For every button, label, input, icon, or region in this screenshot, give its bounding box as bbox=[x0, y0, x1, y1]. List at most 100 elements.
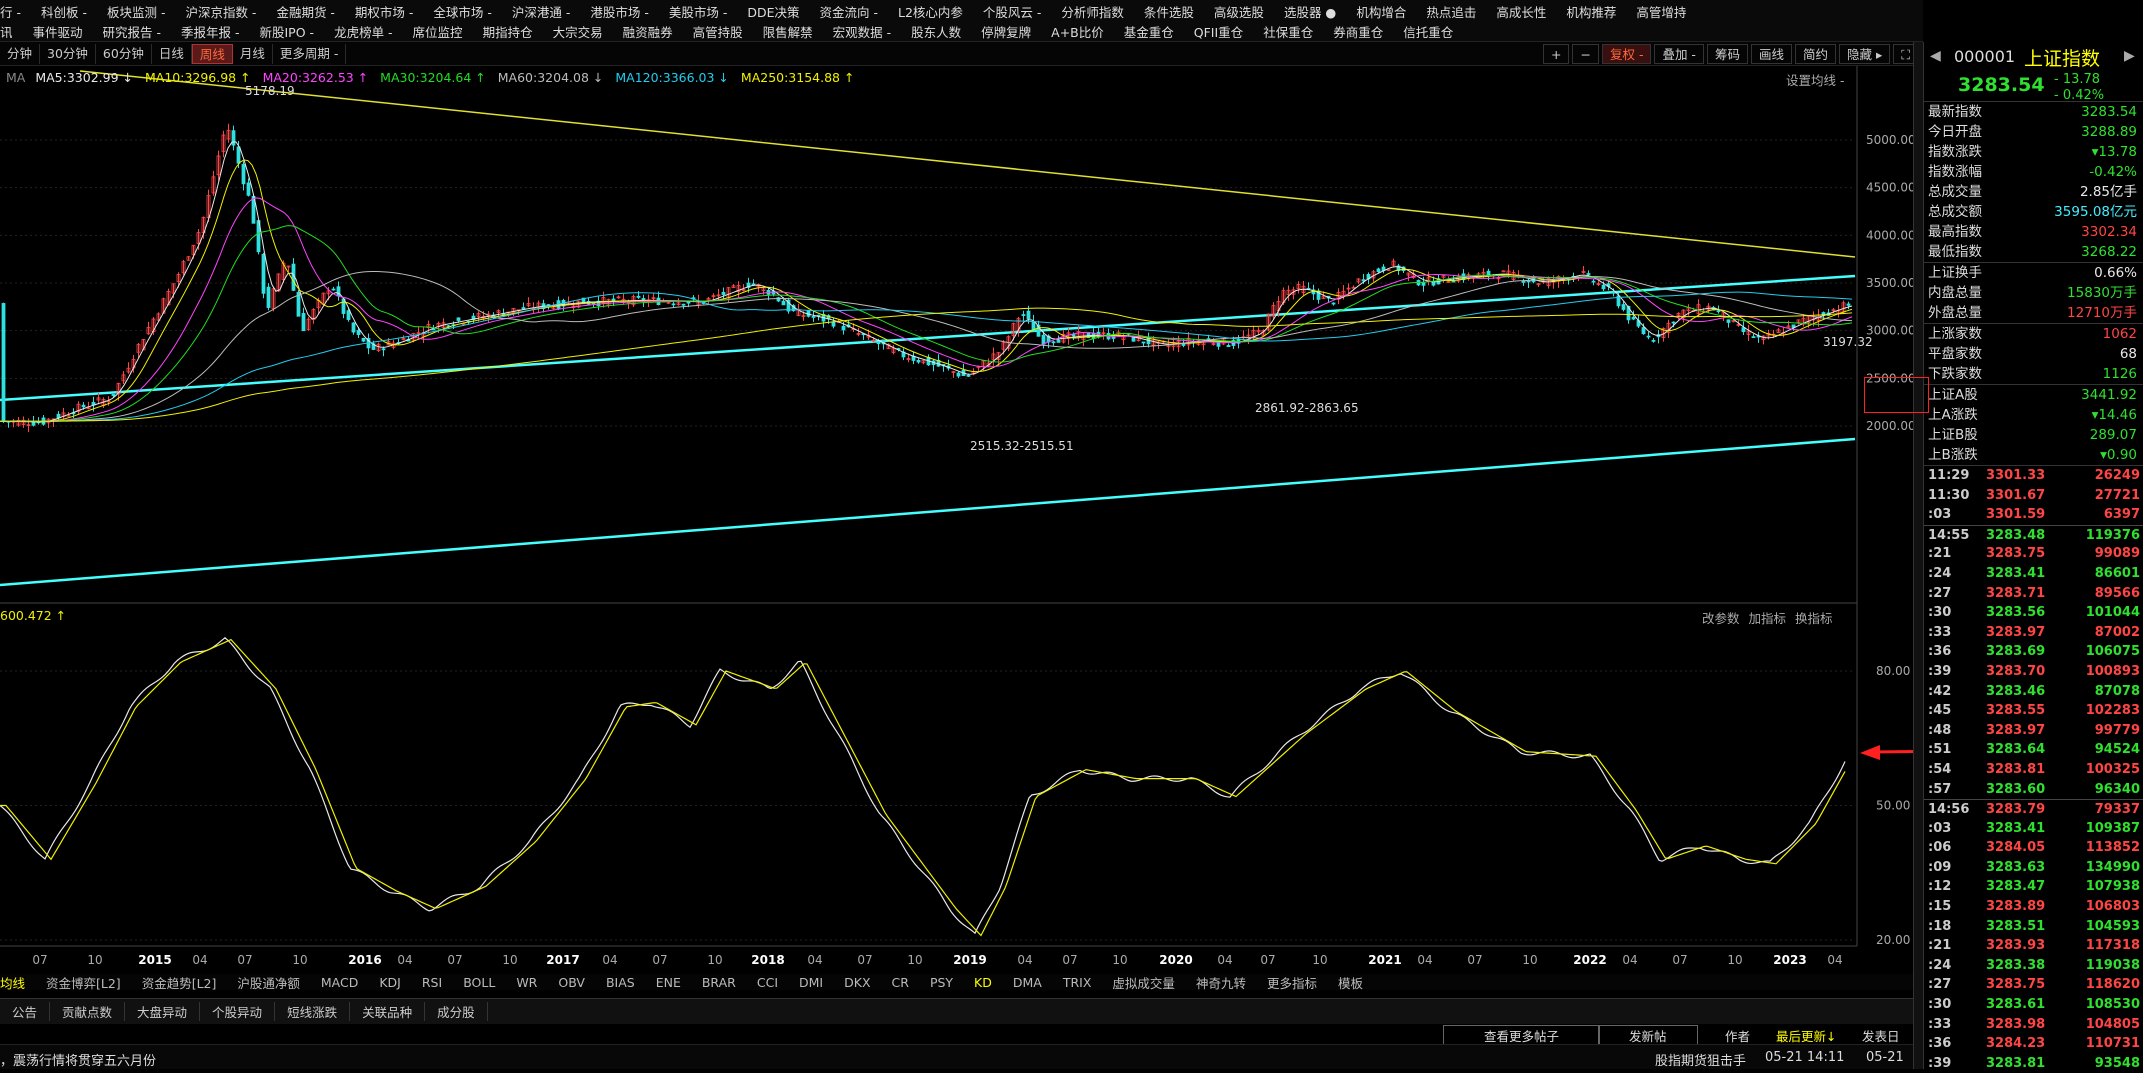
menu-item[interactable]: 美股市场 - bbox=[669, 2, 727, 21]
toolbar-button[interactable]: − bbox=[1572, 44, 1599, 64]
indicator-tab[interactable]: KDJ bbox=[379, 975, 401, 990]
bottom-tab[interactable]: 个股异动 bbox=[200, 1002, 276, 1021]
indicator-button[interactable]: 改参数 bbox=[1702, 611, 1740, 626]
menu-item[interactable]: 资金流向 - bbox=[820, 2, 878, 21]
indicator-tab[interactable]: 沪股通净额 bbox=[237, 973, 300, 992]
menu-item[interactable]: 股东人数 bbox=[911, 22, 961, 41]
menu-item[interactable]: 科创板 - bbox=[41, 2, 87, 21]
bottom-tab[interactable]: 贡献点数 bbox=[50, 1002, 126, 1021]
period-tab[interactable]: 月线 bbox=[233, 43, 273, 64]
toolbar-button[interactable]: 简约 bbox=[1794, 44, 1836, 64]
panel-divider[interactable] bbox=[1913, 42, 1923, 1069]
news-row[interactable]: ，震荡行情将贯穿五六月份 股指期货狙击手 05-21 14:11 05-21 bbox=[0, 1044, 1918, 1069]
menu-item[interactable]: 沪深港通 - bbox=[512, 2, 570, 21]
menu-item[interactable]: 行 - bbox=[0, 2, 21, 21]
menu-item[interactable]: 席位监控 bbox=[413, 22, 463, 41]
post-time-header[interactable]: 发表日 bbox=[1862, 1026, 1900, 1045]
menu-item[interactable]: 金融期货 - bbox=[276, 2, 334, 21]
tick-list[interactable]: 11:29 3301.33 26249 11:30 3301.67 27721:03 330… bbox=[1924, 466, 2143, 1073]
toolbar-button[interactable]: 筹码 bbox=[1706, 44, 1748, 64]
menu-item[interactable]: DDE决策 bbox=[747, 2, 799, 21]
bottom-tab[interactable]: 短线涨跌 bbox=[275, 1002, 351, 1021]
indicator-tab[interactable]: WR bbox=[516, 975, 537, 990]
indicator-tab[interactable]: BRAR bbox=[702, 975, 736, 990]
menu-item[interactable]: 板块监测 - bbox=[107, 2, 165, 21]
menu-item[interactable]: 全球市场 - bbox=[433, 2, 491, 21]
menu-item[interactable]: 大宗交易 bbox=[553, 22, 603, 41]
prev-stock-icon[interactable]: ◀ bbox=[1930, 48, 1941, 64]
menu-item[interactable]: 信托重仓 bbox=[1403, 22, 1453, 41]
indicator-tab[interactable]: BOLL bbox=[463, 975, 495, 990]
period-tab[interactable]: 日线 bbox=[152, 43, 192, 64]
indicator-tab[interactable]: TRIX bbox=[1063, 975, 1092, 990]
indicator-tab[interactable]: DMI bbox=[799, 975, 823, 990]
menu-item[interactable]: 条件选股 bbox=[1144, 2, 1194, 21]
menu-item[interactable]: 高管增持 bbox=[1636, 2, 1686, 21]
indicator-tab[interactable]: 模板 bbox=[1338, 973, 1363, 992]
indicator-tab[interactable]: CCI bbox=[757, 975, 778, 990]
period-tab[interactable]: 30分钟 bbox=[40, 43, 96, 64]
ma-settings[interactable]: 设置均线 - bbox=[1786, 70, 1844, 89]
news-headline[interactable]: ，震荡行情将贯穿五六月份 bbox=[0, 1050, 156, 1069]
menu-item[interactable]: L2核心内参 bbox=[898, 2, 963, 21]
menu-item[interactable]: 研究报告 - bbox=[103, 22, 161, 41]
menu-item[interactable]: 个股风云 - bbox=[983, 2, 1041, 21]
period-tab[interactable]: 周线 bbox=[191, 43, 233, 64]
toolbar-button[interactable]: 复权 - bbox=[1601, 44, 1652, 64]
indicator-tab[interactable]: PSY bbox=[930, 975, 953, 990]
bottom-tab[interactable]: 关联品种 bbox=[350, 1002, 426, 1021]
menu-item[interactable]: 期指持仓 bbox=[483, 22, 533, 41]
menu-item[interactable]: 高成长性 bbox=[1496, 2, 1546, 21]
indicator-tab[interactable]: RSI bbox=[422, 975, 442, 990]
menu-item[interactable]: 季报年报 - bbox=[181, 22, 239, 41]
menu-item[interactable]: 期权市场 - bbox=[355, 2, 413, 21]
indicator-tab[interactable]: 资金博弈[L2] bbox=[46, 973, 121, 992]
menu-item[interactable]: 讯 bbox=[0, 22, 13, 41]
period-tab[interactable]: 60分钟 bbox=[96, 43, 152, 64]
indicator-tab[interactable]: 资金趋势[L2] bbox=[142, 973, 217, 992]
menu-item[interactable]: 高级选股 bbox=[1214, 2, 1264, 21]
menu-item[interactable]: 分析师指数 bbox=[1061, 2, 1124, 21]
indicator-tab[interactable]: KD bbox=[974, 975, 992, 990]
indicator-tab[interactable]: OBV bbox=[558, 975, 585, 990]
menu-item[interactable]: 热点追击 bbox=[1426, 2, 1476, 21]
menu-item[interactable]: 高管持股 bbox=[693, 22, 743, 41]
indicator-tab[interactable]: 神奇九转 bbox=[1196, 973, 1246, 992]
bottom-tab[interactable]: 公告 bbox=[0, 1002, 51, 1021]
menu-item[interactable]: A+B比价 bbox=[1051, 22, 1104, 41]
menu-item[interactable]: 券商重仓 bbox=[1333, 22, 1383, 41]
menu-item[interactable]: 基金重仓 bbox=[1124, 22, 1174, 41]
indicator-button[interactable]: 加指标 bbox=[1749, 611, 1787, 626]
indicator-tab[interactable]: CR bbox=[892, 975, 909, 990]
menu-item[interactable]: 机构推荐 bbox=[1566, 2, 1616, 21]
kline-chart[interactable]: 5000.00 4500.00 4000.00 3500.00 3000.00 2500.… bbox=[0, 66, 1918, 978]
indicator-tab[interactable]: DMA bbox=[1013, 975, 1042, 990]
next-stock-icon[interactable]: ▶ bbox=[2124, 48, 2135, 64]
indicator-tab[interactable]: 虚拟成交量 bbox=[1112, 973, 1175, 992]
menu-item[interactable]: 机构增合 bbox=[1356, 2, 1406, 21]
latest-update-header[interactable]: 最后更新↓ bbox=[1776, 1026, 1836, 1045]
menu-item[interactable]: 限售解禁 bbox=[763, 22, 813, 41]
menu-item[interactable]: 龙虎榜单 - bbox=[334, 22, 392, 41]
menu-item[interactable]: 新股IPO - bbox=[260, 22, 315, 41]
indicator-tab[interactable]: 均线 bbox=[0, 973, 25, 992]
menu-item[interactable]: 事件驱动 bbox=[33, 22, 83, 41]
menu-item[interactable]: 社保重仓 bbox=[1263, 22, 1313, 41]
period-tab[interactable]: 分钟 bbox=[0, 43, 41, 64]
more-posts-button[interactable]: 查看更多帖子 bbox=[1443, 1025, 1601, 1046]
toolbar-button[interactable]: 叠加 - bbox=[1654, 44, 1704, 64]
toolbar-button[interactable]: 隐藏 ▸ bbox=[1838, 44, 1891, 64]
bottom-tab[interactable]: 大盘异动 bbox=[125, 1002, 201, 1021]
chart-canvas[interactable]: 5000.004500.004000.003500.003000.002500.… bbox=[0, 66, 1918, 978]
toolbar-button[interactable]: + bbox=[1543, 44, 1570, 64]
menu-item[interactable]: 融资融券 bbox=[623, 22, 673, 41]
menu-item[interactable]: 停牌复牌 bbox=[981, 22, 1031, 41]
indicator-tab[interactable]: MACD bbox=[321, 975, 358, 990]
indicator-tab[interactable]: BIAS bbox=[606, 975, 635, 990]
indicator-tab[interactable]: ENE bbox=[656, 975, 681, 990]
period-tab[interactable]: 更多周期 - bbox=[273, 43, 347, 64]
indicator-tab[interactable]: DKX bbox=[844, 975, 870, 990]
indicator-tab[interactable]: 更多指标 bbox=[1267, 973, 1317, 992]
bottom-tab[interactable]: 成分股 bbox=[425, 1002, 488, 1021]
menu-item[interactable]: 选股器 ● bbox=[1284, 2, 1336, 21]
